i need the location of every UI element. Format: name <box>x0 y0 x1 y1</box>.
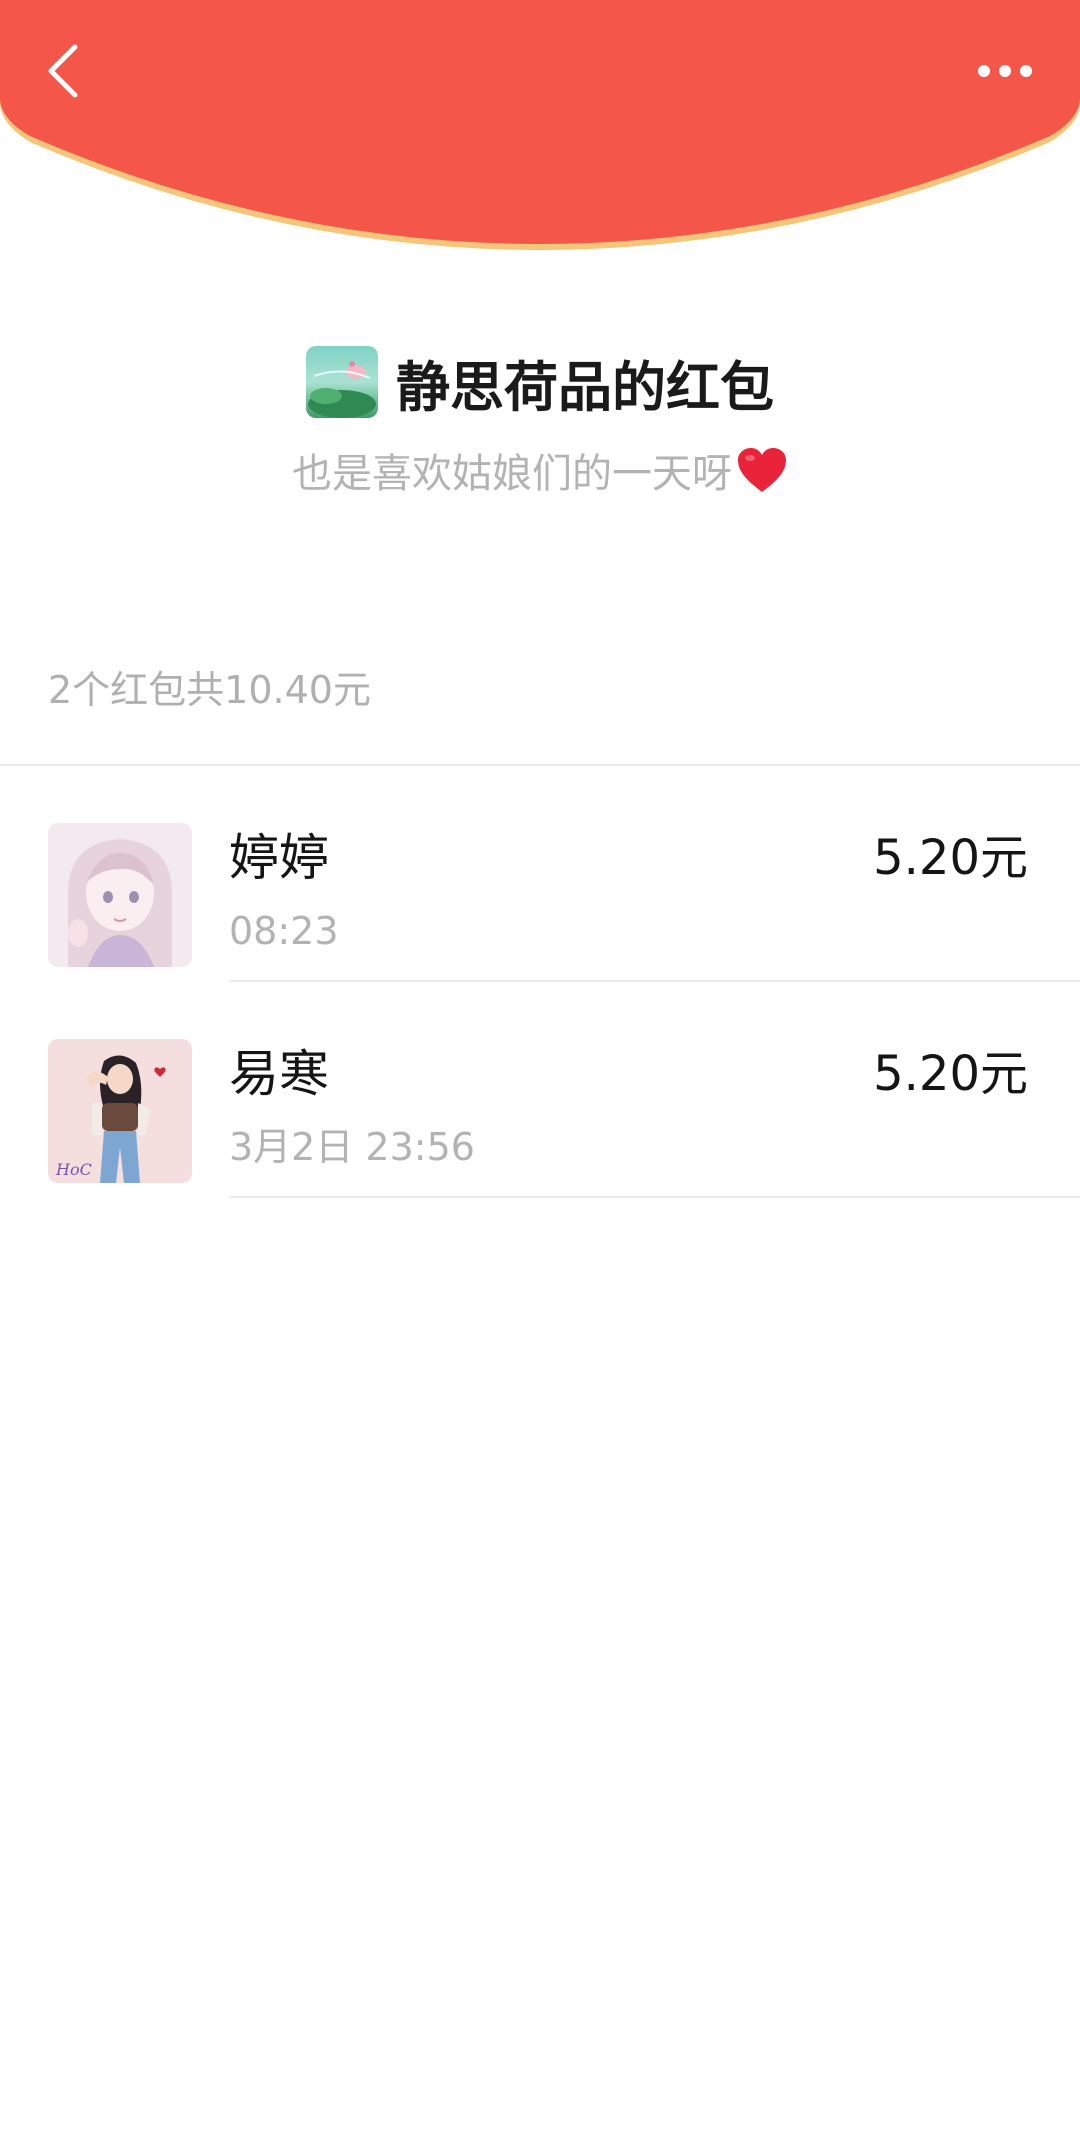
greeting-text: 也是喜欢姑娘们的一天呀 <box>292 451 732 497</box>
received-time: 08:23 <box>229 909 339 953</box>
red-envelope-header <box>0 0 1080 260</box>
sender-info: 静思荷品的红包 <box>0 345 1080 419</box>
lotus-avatar-image <box>306 346 378 418</box>
avatar[interactable]: HoC <box>48 1039 192 1183</box>
sender-avatar[interactable] <box>306 346 378 418</box>
recipient-name: 婷婷 <box>229 829 329 887</box>
received-amount: 5.20元 <box>873 1046 1028 1102</box>
svg-text:HoC: HoC <box>55 1160 92 1179</box>
sender-title: 静思荷品的红包 <box>396 355 774 419</box>
anime-girl-avatar-image <box>48 823 192 967</box>
more-dots-icon <box>978 65 1032 77</box>
list-item[interactable]: HoC 易寒 3月2日 23:56 5.20元 <box>0 982 1080 1198</box>
received-amount: 5.20元 <box>873 830 1028 886</box>
heart-icon <box>738 448 786 492</box>
received-time: 3月2日 23:56 <box>229 1125 475 1169</box>
header-arc-background <box>0 0 1080 250</box>
chevron-left-icon <box>48 44 78 98</box>
more-options-button[interactable] <box>955 36 1055 106</box>
recipient-name: 易寒 <box>229 1045 329 1103</box>
list-item[interactable]: 婷婷 08:23 5.20元 <box>0 766 1080 982</box>
avatar[interactable] <box>48 823 192 967</box>
divider <box>229 1196 1080 1198</box>
cartoon-girl-avatar-image: HoC <box>48 1039 192 1183</box>
summary-text: 2个红包共10.40元 <box>48 668 371 712</box>
greeting-message: 也是喜欢姑娘们的一天呀 <box>0 440 1080 500</box>
back-button[interactable] <box>28 36 98 106</box>
